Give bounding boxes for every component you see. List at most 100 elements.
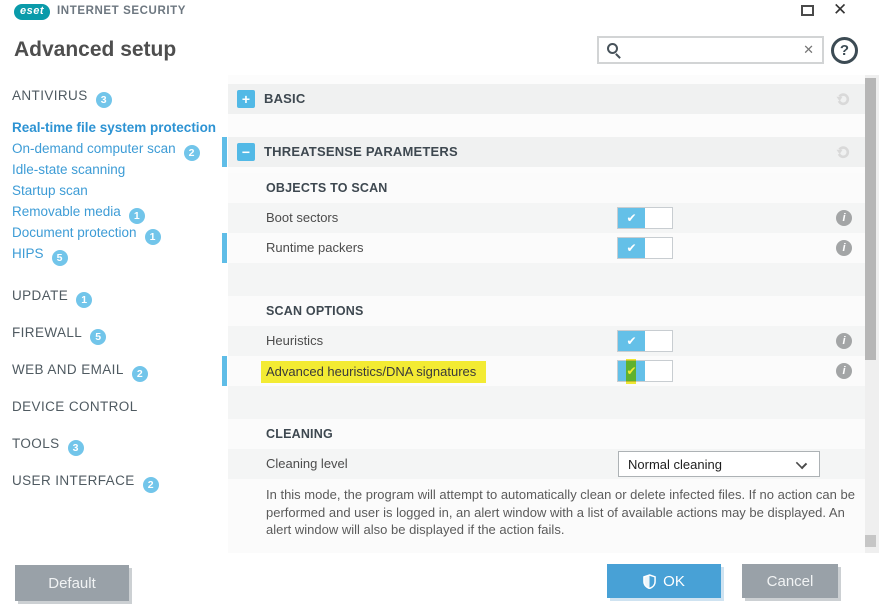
setting-label: Runtime packers (266, 240, 364, 255)
sidebar-item-idle-state-scanning[interactable]: Idle-state scanning (12, 161, 125, 179)
section-header-threatsense-parameters[interactable]: − THREATSENSE PARAMETERS (228, 137, 865, 167)
sidebar-item-startup-scan[interactable]: Startup scan (12, 182, 88, 200)
check-icon: ✔ (618, 238, 645, 258)
sidebar-label: Removable media (12, 204, 121, 219)
subsection-title-row: OBJECTS TO SCAN (228, 173, 865, 203)
sidebar-label: DEVICE CONTROL (12, 399, 138, 414)
cleaning-level-dropdown[interactable]: Normal cleaning (618, 451, 820, 477)
search-clear-icon[interactable]: ✕ (803, 42, 814, 58)
section-header-label: BASIC (264, 91, 306, 106)
setting-description-block: In this mode, the program will attempt t… (228, 479, 865, 553)
count-badge: 3 (95, 92, 112, 108)
scrollbar-segment (865, 535, 876, 547)
setting-label: Heuristics (266, 333, 324, 348)
sidebar-label: FIREWALL (12, 325, 83, 340)
section-header-basic[interactable]: + BASIC (228, 84, 865, 114)
count-badge: 2 (183, 145, 200, 161)
toggle-on[interactable]: ✔ (617, 330, 673, 352)
search-input[interactable] (625, 39, 795, 61)
eset-logo: eset (14, 4, 50, 20)
info-icon[interactable]: i (836, 210, 852, 226)
cancel-button[interactable]: Cancel (742, 564, 838, 598)
count-badge: 1 (144, 229, 161, 245)
ok-button-label: OK (663, 572, 685, 590)
close-icon[interactable]: ✕ (833, 1, 847, 19)
info-icon[interactable]: i (836, 333, 852, 349)
setting-row-boot-sectors: Boot sectors ✔ i (228, 203, 865, 233)
check-icon: ✔ (618, 331, 645, 351)
sidebar-item-document-protection[interactable]: Document protection 1 (12, 224, 161, 245)
toggle-on[interactable]: ✔ (617, 359, 673, 384)
ok-button[interactable]: OK (607, 564, 721, 598)
sidebar-label: Idle-state scanning (12, 162, 126, 177)
sidebar-label: TOOLS (12, 436, 60, 451)
sidebar-item-antivirus[interactable]: ANTIVIRUS 3 (12, 87, 112, 108)
setting-row-runtime-packers: Runtime packers ✔ i (228, 233, 865, 263)
product-name: INTERNET SECURITY (57, 5, 187, 17)
count-badge: 3 (67, 440, 84, 456)
sidebar-item-device-control[interactable]: DEVICE CONTROL (12, 398, 138, 416)
sidebar-item-realtime-protection[interactable]: Real-time file system protection (12, 119, 216, 137)
modified-indicator (222, 137, 227, 167)
count-badge: 1 (128, 208, 145, 224)
subsection-title: SCAN OPTIONS (266, 304, 364, 318)
count-badge: 1 (76, 292, 93, 308)
sidebar-label: HIPS (12, 246, 44, 261)
count-badge: 5 (51, 250, 68, 266)
default-button-label: Default (48, 574, 96, 592)
scrollbar-track[interactable] (865, 75, 879, 553)
setting-row-advanced-heuristics: Advanced heuristics/DNA signatures ✔ i (228, 356, 865, 386)
section-header-label: THREATSENSE PARAMETERS (264, 144, 458, 159)
scrollbar-thumb[interactable] (865, 78, 876, 360)
setting-label: Cleaning level (266, 456, 348, 471)
info-icon[interactable]: i (836, 363, 852, 379)
revert-icon[interactable] (835, 144, 851, 160)
modified-indicator (222, 356, 227, 386)
sidebar-label: ANTIVIRUS (12, 88, 88, 103)
setting-row-cleaning-level: Cleaning level Normal cleaning (228, 449, 865, 479)
advanced-setup-window: eset INTERNET SECURITY ✕ Advanced setup … (0, 0, 879, 608)
count-badge: 5 (90, 329, 107, 345)
sidebar-item-firewall[interactable]: FIREWALL 5 (12, 324, 107, 345)
sidebar-item-update[interactable]: UPDATE 1 (12, 287, 93, 308)
chevron-down-icon (795, 457, 808, 470)
info-icon[interactable]: i (836, 240, 852, 256)
sidebar-item-hips[interactable]: HIPS 5 (12, 245, 68, 266)
highlight-mark (626, 359, 636, 384)
sidebar-label: Document protection (12, 225, 137, 240)
dropdown-value: Normal cleaning (628, 456, 722, 472)
subsection-title: CLEANING (266, 427, 333, 441)
check-icon: ✔ (618, 208, 645, 228)
collapse-minus-icon[interactable]: − (237, 143, 255, 161)
sidebar-item-on-demand-scan[interactable]: On-demand computer scan 2 (12, 140, 200, 161)
count-badge: 2 (131, 366, 148, 382)
setting-row-heuristics: Heuristics ✔ i (228, 326, 865, 356)
sidebar-item-removable-media[interactable]: Removable media 1 (12, 203, 145, 224)
sidebar-label: WEB AND EMAIL (12, 362, 124, 377)
sidebar-label: Startup scan (12, 183, 88, 198)
revert-icon[interactable] (835, 91, 851, 107)
count-badge: 2 (142, 477, 159, 493)
setting-label: Boot sectors (266, 210, 339, 225)
subsection-title-row: CLEANING (228, 419, 865, 449)
toggle-on[interactable]: ✔ (617, 207, 673, 229)
subsection-title-row: SCAN OPTIONS (228, 296, 865, 326)
sidebar-label-selected: Real-time file system protection (12, 120, 217, 135)
sidebar-label: UPDATE (12, 288, 69, 303)
cancel-button-label: Cancel (766, 572, 814, 590)
modified-indicator (222, 233, 227, 263)
default-button[interactable]: Default (15, 565, 129, 601)
help-icon[interactable]: ? (831, 37, 858, 64)
search-box[interactable]: ✕ (597, 36, 824, 64)
sidebar-item-tools[interactable]: TOOLS 3 (12, 435, 84, 456)
toggle-on[interactable]: ✔ (617, 237, 673, 259)
uac-shield-icon (643, 573, 656, 589)
sidebar-item-web-and-email[interactable]: WEB AND EMAIL 2 (12, 361, 148, 382)
subsection-title: OBJECTS TO SCAN (266, 181, 388, 195)
setting-label-highlighted: Advanced heuristics/DNA signatures (261, 361, 487, 383)
sidebar-item-user-interface[interactable]: USER INTERFACE 2 (12, 472, 159, 493)
section-gap (228, 263, 865, 296)
expand-plus-icon[interactable]: + (237, 90, 255, 108)
maximize-icon[interactable] (801, 5, 814, 16)
search-icon-handle (615, 53, 621, 59)
